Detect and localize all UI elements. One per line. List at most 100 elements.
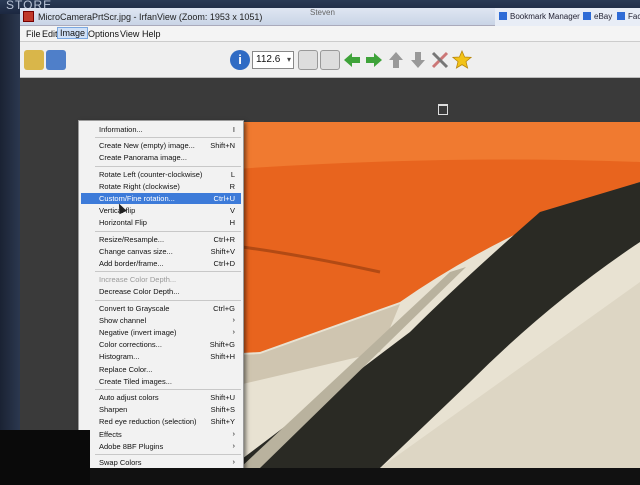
bookmark-icon <box>499 12 507 20</box>
menu-bar: File Edit Image Options View Help <box>20 26 640 42</box>
bookmark-icon <box>617 12 625 20</box>
menu-item-shortcut: R <box>229 181 235 191</box>
menu-item-shortcut: Shift+U <box>210 393 235 402</box>
zoom-input[interactable]: 112.6 ▾ <box>252 51 294 69</box>
menu-item-create-new-empty-image[interactable]: Create New (empty) image... Shift+N <box>81 140 241 151</box>
menu-item-create-panorama-image[interactable]: Create Panorama image... <box>81 152 241 163</box>
menu-item-sharpen[interactable]: Sharpen Shift+S <box>81 404 241 415</box>
background-desktop <box>0 14 22 485</box>
menu-item-red-eye-reduction-selection[interactable]: Red eye reduction (selection) Shift+Y <box>81 416 241 427</box>
menu-item-increase-color-depth: Increase Color Depth... <box>81 274 241 285</box>
menu-item-rotate-left-counter-clockwise[interactable]: Rotate Left (counter-clockwise) L <box>81 169 241 180</box>
down-arrow-icon[interactable] <box>408 50 428 70</box>
menu-item-label: Information... <box>99 125 143 134</box>
submenu-arrow-icon: › <box>232 327 236 336</box>
bookmarks-bar: Bookmark Manager eBay Facebo <box>495 8 640 26</box>
menu-item-create-tiled-images[interactable]: Create Tiled images... <box>81 376 241 387</box>
menu-item-add-border-frame[interactable]: Add border/frame... Ctrl+D <box>81 258 241 269</box>
menu-item-shortcut: H <box>229 218 235 228</box>
menu-item-label: Rotate Right (clockwise) <box>99 181 180 191</box>
bookmark-ebay[interactable]: eBay <box>583 12 612 21</box>
menu-item-shortcut: L <box>230 169 235 179</box>
menu-item-show-channel[interactable]: Show channel › <box>81 315 241 326</box>
menu-item-label: Rotate Left (counter-clockwise) <box>99 169 203 179</box>
menu-item-vertical-flip[interactable]: Vertical flip V <box>81 205 241 216</box>
menu-edit[interactable]: Edit <box>42 29 58 39</box>
info-icon[interactable]: i <box>230 50 250 70</box>
menu-item-shortcut: Ctrl+D <box>213 259 235 268</box>
menu-item-label: Replace Color... <box>99 364 153 374</box>
menu-separator <box>95 271 241 273</box>
menu-item-auto-adjust-colors[interactable]: Auto adjust colors Shift+U <box>81 392 241 403</box>
menu-item-shortcut: Shift+H <box>210 352 235 362</box>
menu-separator <box>95 454 241 455</box>
print-icon[interactable] <box>320 50 340 70</box>
irfanview-window: MicroCameraPrtScr.jpg - IrfanView (Zoom:… <box>20 8 640 468</box>
submenu-arrow-icon: › <box>232 314 236 324</box>
menu-item-rotate-right-clockwise[interactable]: Rotate Right (clockwise) R <box>81 181 241 192</box>
menu-separator <box>95 137 241 139</box>
window-title: MicroCameraPrtScr.jpg - IrfanView (Zoom:… <box>38 12 263 22</box>
menu-item-adobe-8bf-plugins[interactable]: Adobe 8BF Plugins › <box>81 441 241 452</box>
menu-item-replace-color[interactable]: Replace Color... <box>81 364 241 375</box>
menu-image[interactable]: Image <box>56 27 89 39</box>
submenu-arrow-icon: › <box>232 440 236 450</box>
menu-item-label: Decrease Color Depth... <box>99 287 180 297</box>
menu-item-shortcut: Shift+S <box>210 405 235 415</box>
user-label: Steven <box>310 8 335 17</box>
menu-item-label: Adobe 8BF Plugins <box>99 441 164 451</box>
menu-item-change-canvas-size[interactable]: Change canvas size... Shift+V <box>81 246 241 257</box>
save-icon[interactable] <box>46 50 66 70</box>
background-desk <box>0 430 90 485</box>
menu-separator <box>95 299 241 301</box>
tools-icon[interactable] <box>430 50 450 70</box>
irfanview-icon <box>23 11 34 22</box>
menu-item-shortcut: Shift+G <box>209 340 235 350</box>
submenu-arrow-icon: › <box>232 428 236 438</box>
menu-item-shortcut: I <box>232 125 235 134</box>
menu-separator <box>95 389 241 390</box>
menu-item-label: Histogram... <box>99 352 140 362</box>
image-canvas[interactable]: Information... I Create New (empty) image.… <box>20 78 640 468</box>
menu-item-label: Show channel <box>99 315 147 325</box>
bookmark-manager[interactable]: Bookmark Manager <box>499 12 580 21</box>
image-menu-dropdown: Information... I Create New (empty) image.… <box>78 120 244 468</box>
back-arrow-icon[interactable] <box>342 50 362 70</box>
open-folder-icon[interactable] <box>24 50 44 70</box>
menu-item-custom-fine-rotation[interactable]: Custom/Fine rotation... Ctrl+U <box>81 193 241 204</box>
title-bar: MicroCameraPrtScr.jpg - IrfanView (Zoom:… <box>20 8 640 26</box>
star-icon[interactable] <box>452 50 472 70</box>
menu-item-histogram[interactable]: Histogram... Shift+H <box>81 351 241 362</box>
forward-arrow-icon[interactable] <box>364 50 384 70</box>
menu-item-color-corrections[interactable]: Color corrections... Shift+G <box>81 339 241 350</box>
menu-view[interactable]: View <box>120 29 139 39</box>
submenu-arrow-icon: › <box>232 457 236 466</box>
bookmark-facebook[interactable]: Facebo <box>617 12 640 21</box>
menu-item-label: Change canvas size... <box>99 246 173 256</box>
menu-item-label: Sharpen <box>99 405 128 415</box>
menu-item-effects[interactable]: Effects › <box>81 429 241 440</box>
menu-item-label: Increase Color Depth... <box>99 275 177 285</box>
toolbar: i 112.6 ▾ <box>20 42 640 78</box>
up-arrow-icon[interactable] <box>386 50 406 70</box>
scan-icon[interactable] <box>298 50 318 70</box>
menu-item-convert-to-grayscale[interactable]: Convert to Grayscale Ctrl+G <box>81 303 241 314</box>
menu-item-label: Swap Colors <box>99 458 142 467</box>
menu-item-information[interactable]: Information... I <box>81 124 241 135</box>
menu-file[interactable]: File <box>26 29 41 39</box>
menu-item-label: Convert to Grayscale <box>99 303 170 313</box>
chevron-down-icon[interactable]: ▾ <box>287 55 291 64</box>
menu-help[interactable]: Help <box>142 29 161 39</box>
menu-item-shortcut: Shift+N <box>210 141 235 151</box>
menu-item-decrease-color-depth[interactable]: Decrease Color Depth... <box>81 286 241 297</box>
menu-item-label: Resize/Resample... <box>99 234 165 244</box>
menu-item-label: Create Panorama image... <box>99 153 187 163</box>
menu-item-negative-invert-image[interactable]: Negative (invert image) › <box>81 327 241 338</box>
menu-item-horizontal-flip[interactable]: Horizontal Flip H <box>81 217 241 228</box>
trash-icon[interactable] <box>438 104 448 115</box>
menu-options[interactable]: Options <box>88 29 119 39</box>
menu-item-swap-colors[interactable]: Swap Colors › <box>81 457 241 468</box>
menu-separator <box>95 230 241 232</box>
menu-item-label: Horizontal Flip <box>99 218 147 228</box>
menu-item-resize-resample[interactable]: Resize/Resample... Ctrl+R <box>81 234 241 245</box>
